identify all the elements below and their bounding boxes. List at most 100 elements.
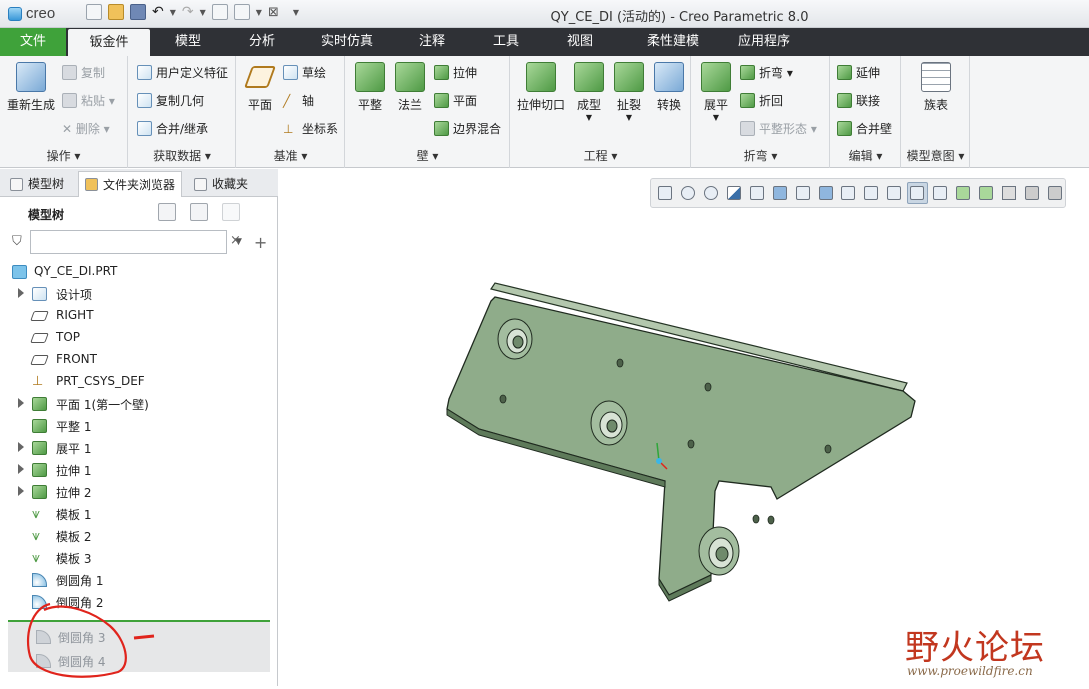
graphics-toolbar (650, 178, 1066, 208)
tree-item-csys[interactable]: ⊥ PRT_CSYS_DEF (0, 371, 272, 393)
group-label-model-intent[interactable]: 模型意图 ▾ (902, 147, 969, 164)
tree-item-flat-1[interactable]: 平整 1 (0, 415, 272, 437)
convert-button[interactable]: 转换 (651, 62, 687, 113)
perspective-button[interactable] (815, 182, 836, 204)
merge-inherit-button[interactable]: 合并/继承 (137, 120, 208, 137)
rip-button[interactable]: 扯裂 ▼ (611, 62, 647, 122)
saved-orientations-button[interactable] (769, 182, 790, 204)
tab-applications[interactable]: 应用程序 (726, 28, 802, 56)
tree-item-top[interactable]: TOP (0, 327, 272, 349)
tab-model[interactable]: 模型 (160, 28, 216, 56)
group-datum: 平面 草绘 ╱ 轴 ⊥ 坐标系 基准 ▾ (237, 56, 345, 168)
flange-wall-button[interactable]: 法兰 (390, 62, 430, 113)
extrude-wall-button[interactable]: 拉伸 (434, 64, 477, 81)
group-label-edit[interactable]: 编辑 ▾ (831, 147, 900, 164)
tab-annotate[interactable]: 注释 (404, 28, 460, 56)
datum-plane-button[interactable]: 平面 (241, 62, 279, 113)
tree-item-design-items[interactable]: 设计项 (0, 283, 272, 305)
tree-settings-icon[interactable] (158, 203, 176, 221)
section-button[interactable] (838, 182, 859, 204)
tab-flexible-modeling[interactable]: 柔性建模 (628, 28, 718, 56)
group-label-wall[interactable]: 壁 ▾ (346, 147, 509, 164)
tree-item-part[interactable]: QY_CE_DI.PRT (0, 261, 272, 283)
tree-item-form-2[interactable]: ⩛ 模板 2 (0, 525, 272, 547)
expand-arrow-icon[interactable] (18, 398, 24, 408)
paste-button[interactable]: 粘贴 ▾ (62, 92, 115, 109)
design-items-icon (32, 287, 47, 301)
bend-back-button[interactable]: 折回 (740, 92, 783, 109)
group-label-bend[interactable]: 折弯 ▾ (692, 147, 829, 164)
merge-walls-button[interactable]: 合并壁 (837, 120, 892, 137)
sketch-button[interactable]: 草绘 (283, 64, 326, 81)
flat-wall-button[interactable]: 平整 (350, 62, 390, 113)
form-button[interactable]: 成型 ▼ (571, 62, 607, 122)
csys-button[interactable]: ⊥ 坐标系 (283, 120, 338, 137)
extend-button[interactable]: 延伸 (837, 64, 880, 81)
udf-button[interactable]: 用户定义特征 (137, 64, 228, 81)
tab-sheetmetal[interactable]: 钣金件 (68, 29, 150, 57)
tree-item-extrude-2[interactable]: 拉伸 2 (0, 481, 272, 503)
tab-folder-browser[interactable]: 文件夹浏览器 (78, 171, 183, 197)
spin-center-button[interactable] (976, 182, 997, 204)
unbend-button[interactable]: 展平 ▼ (696, 62, 736, 122)
expand-arrow-icon[interactable] (18, 464, 24, 474)
pause-button[interactable] (1021, 182, 1042, 204)
tree-item-front[interactable]: FRONT (0, 349, 272, 371)
tree-item-form-3[interactable]: ⩛ 模板 3 (0, 547, 272, 569)
axis-button[interactable]: ╱ 轴 (283, 92, 314, 109)
delete-button[interactable]: ✕ 删除 ▾ (62, 120, 110, 137)
zoom-in-button[interactable] (678, 182, 699, 204)
copy-button[interactable]: 复制 (62, 64, 105, 81)
group-label-engineering[interactable]: 工程 ▾ (511, 147, 690, 164)
tree-columns-icon[interactable] (190, 203, 208, 221)
expand-arrow-icon[interactable] (18, 442, 24, 452)
more-tools-button[interactable] (1044, 182, 1065, 204)
refit-button[interactable] (655, 182, 676, 204)
flat-state-button[interactable]: 平整形态 ▾ (740, 120, 817, 137)
repaint-button[interactable] (724, 182, 745, 204)
tree-item-form-1[interactable]: ⩛ 模板 1 (0, 503, 272, 525)
datum-points-display-button[interactable] (906, 182, 928, 204)
display-style-button[interactable] (747, 182, 768, 204)
tab-analysis[interactable]: 分析 (234, 28, 290, 56)
tab-file[interactable]: 文件 (0, 28, 66, 56)
zoom-out-icon (704, 186, 719, 200)
datum-planes-display-button[interactable] (861, 182, 882, 204)
join-button[interactable]: 联接 (837, 92, 880, 109)
tree-item-unbend-1[interactable]: 展平 1 (0, 437, 272, 459)
clear-search-icon[interactable]: × (230, 233, 241, 248)
tab-view[interactable]: 视图 (552, 28, 608, 56)
tree-search-input[interactable] (30, 230, 227, 254)
tree-item-plane-1[interactable]: 平面 1(第一个壁) (0, 393, 272, 415)
hole-feature (497, 318, 533, 360)
expand-arrow-icon[interactable] (18, 288, 24, 298)
extrude-cut-button[interactable]: 拉伸切口 (515, 62, 567, 113)
group-label-datum[interactable]: 基准 ▾ (237, 147, 344, 164)
add-filter-icon[interactable]: + (254, 233, 267, 252)
family-table-button[interactable]: 族表 (912, 62, 960, 113)
expand-arrow-icon[interactable] (18, 486, 24, 496)
view-manager-button[interactable] (792, 182, 813, 204)
datum-axes-display-button[interactable] (884, 182, 905, 204)
boundary-blend-button[interactable]: 边界混合 (434, 120, 501, 137)
tree-filter-icon[interactable] (222, 203, 240, 221)
tab-model-tree[interactable]: 模型树 (4, 171, 70, 197)
regenerate-button[interactable]: 重新生成 (4, 62, 58, 113)
spin-center-icon (978, 186, 993, 200)
zoom-out-button[interactable] (701, 182, 722, 204)
tree-item-right[interactable]: RIGHT (0, 305, 272, 327)
bend-button[interactable]: 折弯 ▾ (740, 64, 793, 81)
tree-item-extrude-1[interactable]: 拉伸 1 (0, 459, 272, 481)
group-label-get-data[interactable]: 获取数据 ▾ (129, 147, 235, 164)
group-label-operations[interactable]: 操作 ▾ (0, 147, 127, 164)
tab-favorites[interactable]: 收藏夹 (188, 171, 254, 197)
warning-button[interactable] (998, 182, 1019, 204)
tree-item-round-1[interactable]: 倒圆角 1 (0, 569, 272, 591)
tab-tools[interactable]: 工具 (478, 28, 534, 56)
graphics-viewport[interactable] (279, 169, 1089, 686)
tab-simulation[interactable]: 实时仿真 (310, 28, 384, 56)
csys-display-button[interactable] (930, 182, 951, 204)
planar-wall-button[interactable]: 平面 (434, 92, 477, 109)
copy-geometry-button[interactable]: 复制几何 (137, 92, 204, 109)
annotation-display-button[interactable] (953, 182, 974, 204)
